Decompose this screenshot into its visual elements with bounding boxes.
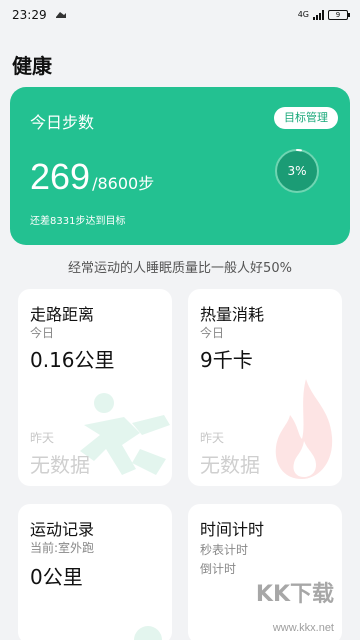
watermark-text: KK下载 [255, 582, 334, 607]
walking-distance-tile[interactable]: 走路距离 今日 0.16公里 昨天 无数据 [18, 289, 172, 486]
walking-today-label: 今日 [30, 326, 55, 340]
calories-yesterday-label: 昨天 [200, 431, 225, 445]
stopwatch-label[interactable]: 秒表计时 [200, 541, 248, 558]
steps-target: /8600步 [92, 174, 155, 193]
countdown-label[interactable]: 倒计时 [200, 560, 236, 577]
goal-management-button[interactable]: 目标管理 [274, 107, 338, 129]
steps-current: 269 [30, 156, 91, 197]
status-bar: 23:29 4G 9 [0, 0, 360, 30]
battery-icon: 9 [328, 10, 350, 20]
timer-title: 时间计时 [200, 520, 265, 539]
steps-title: 今日步数 [30, 113, 95, 132]
calories-yesterday-value: 无数据 [200, 453, 260, 477]
network-type: 4G [297, 10, 309, 19]
notification-icon [55, 12, 66, 18]
steps-progress-label: 3% [287, 164, 307, 178]
status-indicators: 4G 9 [297, 10, 350, 20]
steps-progress-ring: 3% [273, 147, 321, 195]
status-time: 23:29 [12, 8, 47, 22]
watermark: KK下载 www.kkx.net [232, 582, 352, 638]
calories-tile[interactable]: 热量消耗 今日 9千卡 昨天 无数据 [188, 289, 342, 486]
page-title: 健康 [12, 54, 52, 78]
exercise-record-title: 运动记录 [30, 520, 95, 539]
calories-today-label: 今日 [200, 326, 225, 340]
health-tip: 经常运动的人睡眠质量比一般人好50% [68, 261, 292, 276]
steps-card[interactable]: 今日步数 目标管理 269 /8600步 3% 还差8331步达到目标 [10, 87, 350, 245]
exercise-current-label: 当前:室外跑 [30, 541, 95, 555]
location-pin-icon [134, 626, 162, 640]
calories-title: 热量消耗 [200, 305, 265, 324]
walking-yesterday-label: 昨天 [30, 431, 55, 445]
signal-icon [313, 10, 324, 20]
walking-today-value: 0.16公里 [30, 348, 115, 372]
exercise-value: 0公里 [30, 565, 83, 589]
flame-icon [275, 379, 333, 479]
steps-value: 269 /8600步 [30, 157, 154, 197]
exercise-record-tile[interactable]: 运动记录 当前:室外跑 0公里 [18, 504, 172, 640]
calories-today-value: 9千卡 [200, 348, 253, 372]
walking-distance-title: 走路距离 [30, 305, 95, 324]
steps-hint: 还差8331步达到目标 [30, 216, 126, 227]
battery-level: 9 [335, 11, 341, 19]
watermark-url: www.kkx.net [272, 622, 334, 634]
walking-yesterday-value: 无数据 [30, 453, 90, 477]
